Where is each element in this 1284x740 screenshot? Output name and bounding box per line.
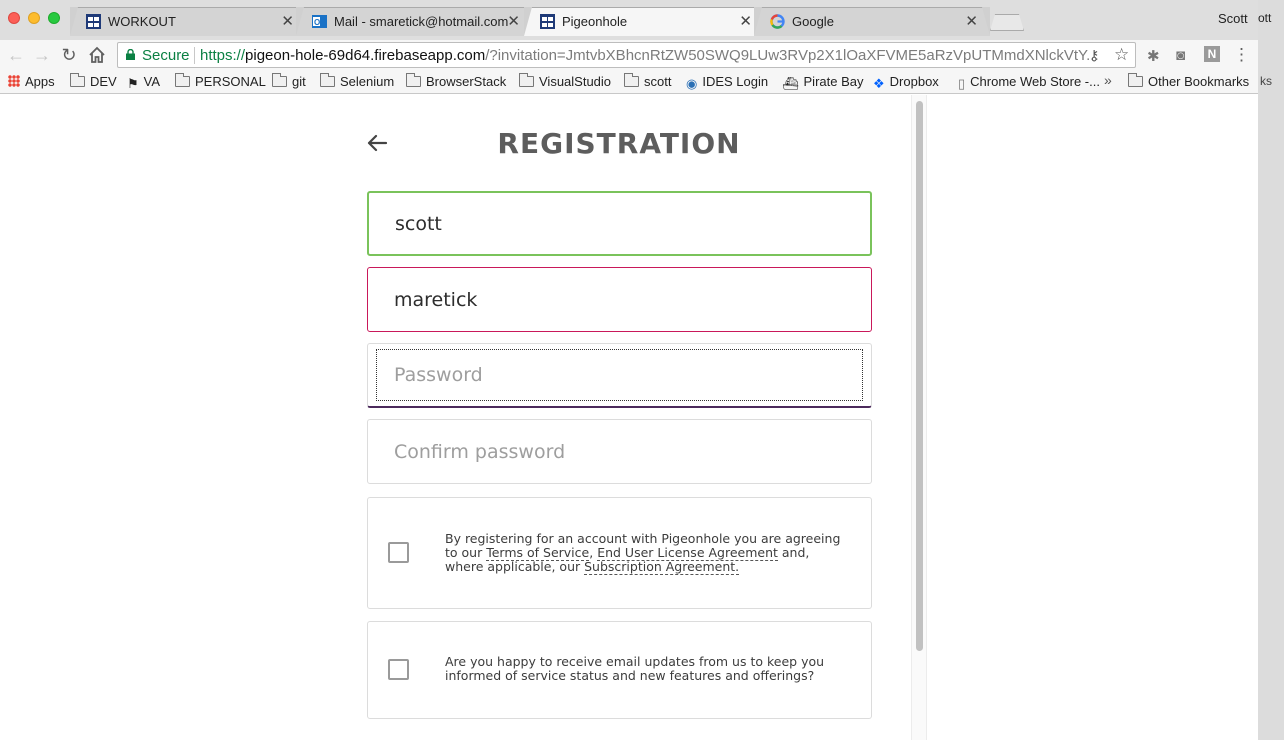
background-window-text: ott (1258, 11, 1272, 25)
scrollbar-thumb[interactable] (916, 101, 923, 651)
omnibox-divider (194, 47, 195, 64)
bookmark-selenium[interactable]: Selenium (320, 73, 394, 89)
folder-icon (1128, 73, 1143, 87)
tab-pigeonhole[interactable]: Pigeonhole ✕ (524, 7, 764, 36)
minimize-window-button[interactable] (28, 12, 40, 24)
page-title: REGISTRATION (497, 127, 741, 160)
svg-text:O: O (314, 18, 320, 27)
bookmark-personal[interactable]: PERSONAL (175, 73, 266, 89)
terms-checkbox[interactable] (388, 542, 409, 563)
globe-icon: ◉ (686, 76, 698, 91)
va-logo-icon: ⚑ (127, 76, 139, 91)
tab-strip: WORKOUT ✕ O Mail - smaretick@hotmail.com… (0, 0, 1258, 40)
url-scheme: https:// (200, 47, 246, 64)
tab-close-icon[interactable]: ✕ (507, 12, 520, 30)
bookmark-apps[interactable]: Apps (8, 74, 55, 89)
profile-name[interactable]: Scott (1218, 11, 1248, 26)
folder-icon (175, 73, 190, 87)
email-updates-text: Are you happy to receive email updates f… (445, 654, 825, 683)
first-name-input[interactable] (369, 193, 870, 254)
secure-label: Secure (142, 47, 190, 64)
url-text[interactable]: https://pigeon-hole-69d64.firebaseapp.co… (200, 47, 1099, 64)
key-icon[interactable]: ⚷ (1089, 47, 1099, 64)
tab-title: WORKOUT (108, 14, 176, 29)
subscription-agreement-link[interactable]: Subscription Agreement. (584, 559, 740, 575)
bookmark-git[interactable]: git (272, 73, 306, 89)
new-tab-button[interactable] (990, 14, 1024, 31)
email-updates-box: Are you happy to receive email updates f… (367, 621, 872, 719)
dropbox-icon: ❖ (873, 76, 885, 91)
bookmark-visualstudio[interactable]: VisualStudio (519, 73, 611, 89)
bookmark-pirate-bay[interactable]: ⛴ Pirate Bay (782, 74, 864, 92)
folder-icon (320, 73, 335, 87)
tab-mail[interactable]: O Mail - smaretick@hotmail.com ✕ (296, 7, 532, 36)
back-icon[interactable]: ← (6, 45, 26, 65)
bookmark-star-icon[interactable]: ☆ (1114, 45, 1129, 65)
tab-title: Mail - smaretick@hotmail.com (334, 14, 509, 29)
address-bar[interactable]: Secure https://pigeon-hole-69d64.firebas… (117, 42, 1136, 68)
folder-icon (272, 73, 287, 87)
tab-close-icon[interactable]: ✕ (965, 12, 978, 30)
extension-bug-icon[interactable]: ✱ (1147, 47, 1160, 65)
bookmark-scott[interactable]: scott (624, 73, 671, 89)
tab-close-icon[interactable]: ✕ (281, 12, 294, 30)
browser-window: WORKOUT ✕ O Mail - smaretick@hotmail.com… (0, 0, 1258, 740)
tab-google[interactable]: Google ✕ (754, 7, 990, 36)
folder-icon (406, 73, 421, 87)
home-icon[interactable] (87, 45, 107, 65)
url-path: /?invitation=JmtvbXBhcnRtZW50SWQ9LUw3RVp… (485, 47, 1099, 64)
url-host: pigeon-hole-69d64.firebaseapp.com (245, 47, 486, 64)
first-name-field[interactable] (367, 191, 872, 256)
scrollbar-track[interactable] (911, 95, 927, 740)
extension-n-icon[interactable]: N (1204, 46, 1220, 62)
forward-icon[interactable]: → (32, 45, 52, 65)
bookmark-dropbox[interactable]: ❖ Dropbox (873, 74, 939, 92)
terms-text: By registering for an account with Pigeo… (445, 531, 841, 575)
pirate-ship-icon: ⛴ (782, 76, 799, 91)
bookmark-browserstack[interactable]: BrowserStack (406, 73, 506, 89)
pigeonhole-favicon-icon (540, 14, 555, 29)
lock-icon (126, 49, 135, 60)
browser-toolbar: ← → ↻ Secure https://pigeon-hole-69d64.f… (0, 40, 1258, 70)
tab-title: Pigeonhole (562, 14, 628, 29)
bookmarks-bar: Apps DEV ⚑ VA PERSONAL git Selenium Brows… (0, 70, 1258, 94)
last-name-input[interactable] (368, 268, 871, 331)
bookmark-ides-login[interactable]: ◉ IDES Login (686, 74, 768, 92)
close-window-button[interactable] (8, 12, 20, 24)
folder-icon (519, 73, 534, 87)
password-input[interactable] (368, 344, 871, 406)
reload-icon[interactable]: ↻ (59, 45, 79, 65)
folder-icon (70, 73, 85, 87)
last-name-field[interactable] (367, 267, 872, 332)
confirm-password-field[interactable] (367, 419, 872, 484)
background-window-edge: ott ks (1258, 0, 1284, 740)
email-updates-checkbox[interactable] (388, 659, 409, 680)
page-icon: ▯ (958, 76, 966, 91)
tab-title: Google (792, 14, 834, 29)
bookmark-va[interactable]: ⚑ VA (127, 74, 160, 92)
folder-icon (624, 73, 639, 87)
outlook-icon: O (312, 15, 327, 28)
password-field[interactable] (367, 343, 872, 408)
bookmark-dev[interactable]: DEV (70, 73, 117, 89)
tab-workout[interactable]: WORKOUT ✕ (70, 7, 306, 36)
apps-grid-icon (8, 75, 20, 87)
bookmark-other[interactable]: Other Bookmarks (1128, 73, 1249, 89)
chrome-menu-icon[interactable]: ⋮ (1233, 45, 1250, 65)
tab-close-icon[interactable]: ✕ (739, 12, 752, 30)
more-bookmarks-icon[interactable]: » (1104, 72, 1112, 88)
bookmark-chrome-web-store[interactable]: ▯ Chrome Web Store -... (958, 74, 1100, 92)
google-icon (770, 14, 785, 29)
background-window-text: ks (1260, 74, 1272, 88)
pigeonhole-favicon-icon (86, 14, 101, 29)
terms-agreement-box: By registering for an account with Pigeo… (367, 497, 872, 609)
page-content: REGISTRATION By registering for an accou… (0, 95, 1258, 740)
confirm-password-input[interactable] (368, 420, 871, 483)
zoom-window-button[interactable] (48, 12, 60, 24)
extension-camera-icon[interactable]: ◙ (1176, 47, 1185, 64)
